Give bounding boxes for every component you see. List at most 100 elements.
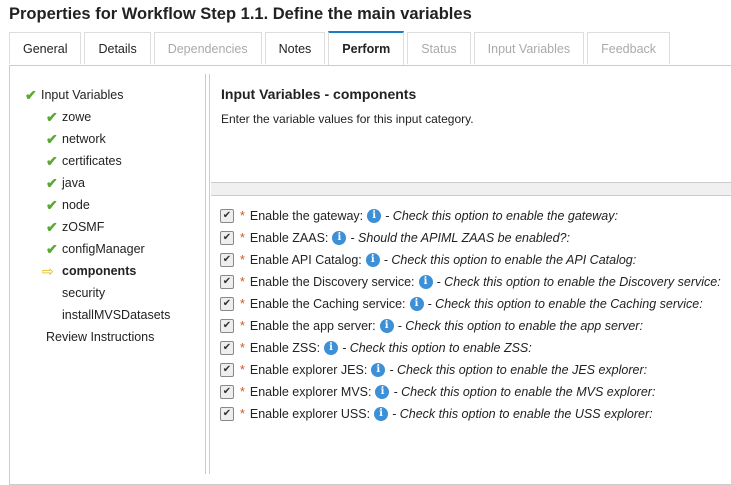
section-heading: Input Variables - components — [221, 86, 417, 102]
field-help: - Check this option to enable the Cachin… — [427, 297, 703, 311]
field-label: Enable explorer USS: — [249, 407, 371, 421]
field-help: - Check this option to enable the JES ex… — [389, 363, 648, 377]
info-icon[interactable]: i — [371, 363, 386, 377]
check-icon: ✔ — [46, 197, 58, 213]
field-help: - Check this option to enable the API Ca… — [383, 253, 637, 267]
field-row: ✔ * Enable API Catalog: i - Check this optio… — [220, 253, 636, 267]
nav-item-zowe[interactable]: ✔ zowe — [46, 108, 91, 126]
nav-item-configManager[interactable]: ✔ configManager — [46, 240, 145, 258]
tab-general[interactable]: General — [9, 32, 82, 64]
field-label: Enable the gateway: — [249, 209, 364, 223]
content-panel: ✔ Input Variables Review Instructions ✔ z… — [9, 65, 731, 485]
checkbox[interactable]: ✔ — [220, 209, 234, 223]
nav-item-installMVSDatasets[interactable]: installMVSDatasets — [46, 306, 170, 324]
nav-item-java[interactable]: ✔ java — [46, 174, 85, 192]
info-icon[interactable]: i — [324, 341, 339, 355]
info-icon[interactable]: i — [375, 385, 390, 399]
tab-feedback: Feedback — [587, 32, 671, 64]
info-icon[interactable]: i — [374, 407, 389, 421]
checkbox[interactable]: ✔ — [220, 341, 234, 355]
nav-label: components — [62, 264, 137, 278]
field-help: - Check this option to enable the MVS ex… — [393, 385, 656, 399]
nav-label: network — [62, 132, 106, 146]
field-row: ✔ * Enable the app server: i - Check this op… — [220, 319, 643, 333]
field-label: Enable explorer JES: — [249, 363, 368, 377]
current-arrow-icon: ⇨ — [42, 263, 54, 279]
field-label: Enable the app server: — [249, 319, 376, 333]
tab-status: Status — [407, 32, 471, 64]
field-row: ✔ * Enable ZAAS: i - Should the APIML ZAAS b… — [220, 231, 570, 245]
tab-bar: General Details Dependencies Notes Perform St… — [9, 31, 671, 66]
field-help: - Should the APIML ZAAS be enabled?: — [350, 231, 570, 245]
check-icon: ✔ — [25, 87, 37, 103]
field-row: ✔ * Enable the Discovery service: i - Check … — [220, 275, 721, 289]
tab-perform[interactable]: Perform — [328, 31, 405, 66]
info-icon[interactable]: i — [367, 209, 382, 223]
field-row: ✔ * Enable ZSS: i - Check this option to ena… — [220, 341, 532, 355]
required-asterisk: * — [240, 341, 245, 355]
nav-item-zOSMF[interactable]: ✔ zOSMF — [46, 218, 104, 236]
checkbox[interactable]: ✔ — [220, 319, 234, 333]
checkbox[interactable]: ✔ — [220, 275, 234, 289]
field-row: ✔ * Enable explorer USS: i - Check this opti… — [220, 407, 653, 421]
nav-label: node — [62, 198, 90, 212]
required-asterisk: * — [240, 385, 245, 399]
nav-item-network[interactable]: ✔ network — [46, 130, 106, 148]
info-icon[interactable]: i — [409, 297, 424, 311]
checkbox[interactable]: ✔ — [220, 297, 234, 311]
nav-item-input-variables[interactable]: ✔ Input Variables — [25, 86, 123, 104]
required-asterisk: * — [240, 407, 245, 421]
field-label: Enable explorer MVS: — [249, 385, 372, 399]
info-icon[interactable]: i — [418, 275, 433, 289]
checkbox[interactable]: ✔ — [220, 253, 234, 267]
field-label: Enable the Discovery service: — [249, 275, 415, 289]
checkbox[interactable]: ✔ — [220, 385, 234, 399]
field-label: Enable the Caching service: — [249, 297, 406, 311]
field-label: Enable API Catalog: — [249, 253, 362, 267]
nav-item-security[interactable]: security — [46, 284, 105, 302]
required-asterisk: * — [240, 297, 245, 311]
field-row: ✔ * Enable the Caching service: i - Check th… — [220, 297, 703, 311]
required-asterisk: * — [240, 231, 245, 245]
input-category-nav: ✔ Input Variables Review Instructions ✔ z… — [10, 66, 205, 484]
nav-label: Review Instructions — [46, 330, 155, 344]
variables-pane: Input Variables - components Enter the v… — [211, 66, 731, 484]
required-asterisk: * — [240, 363, 245, 377]
nav-item-certificates[interactable]: ✔ certificates — [46, 152, 122, 170]
tab-input-variables: Input Variables — [473, 32, 585, 64]
tab-notes[interactable]: Notes — [264, 32, 326, 64]
check-icon: ✔ — [46, 109, 58, 125]
nav-label: installMVSDatasets — [62, 308, 171, 322]
check-icon: ✔ — [46, 175, 58, 191]
field-help: - Check this option to enable the gatewa… — [385, 209, 618, 223]
checkbox[interactable]: ✔ — [220, 363, 234, 377]
checkbox[interactable]: ✔ — [220, 407, 234, 421]
info-icon[interactable]: i — [365, 253, 380, 267]
tab-details[interactable]: Details — [84, 32, 151, 64]
nav-item-node[interactable]: ✔ node — [46, 196, 90, 214]
info-icon[interactable]: i — [379, 319, 394, 333]
checkbox[interactable]: ✔ — [220, 231, 234, 245]
nav-label: configManager — [62, 242, 145, 256]
dialog-title: Properties for Workflow Step 1.1. Define… — [9, 5, 472, 23]
field-help: - Check this option to enable the USS ex… — [392, 407, 653, 421]
required-asterisk: * — [240, 209, 245, 223]
nav-label: certificates — [62, 154, 122, 168]
field-help: - Check this option to enable the app se… — [397, 319, 643, 333]
nav-label: zowe — [62, 110, 92, 124]
info-icon[interactable]: i — [332, 231, 347, 245]
field-row: ✔ * Enable the gateway: i - Check this optio… — [220, 209, 618, 223]
nav-item-components[interactable]: ⇨ components — [42, 262, 136, 280]
check-icon: ✔ — [46, 241, 58, 257]
nav-label: Input Variables — [41, 88, 124, 102]
nav-item-review-instructions[interactable]: Review Instructions — [46, 328, 154, 346]
required-asterisk: * — [240, 319, 245, 333]
required-asterisk: * — [240, 275, 245, 289]
field-row: ✔ * Enable explorer MVS: i - Check this opti… — [220, 385, 655, 399]
nav-label: security — [62, 286, 106, 300]
section-description: Enter the variable values for this input… — [221, 112, 474, 126]
field-help: - Check this option to enable the Discov… — [436, 275, 721, 289]
check-icon: ✔ — [46, 153, 58, 169]
splitter-handle[interactable] — [205, 74, 210, 474]
check-icon: ✔ — [46, 131, 58, 147]
